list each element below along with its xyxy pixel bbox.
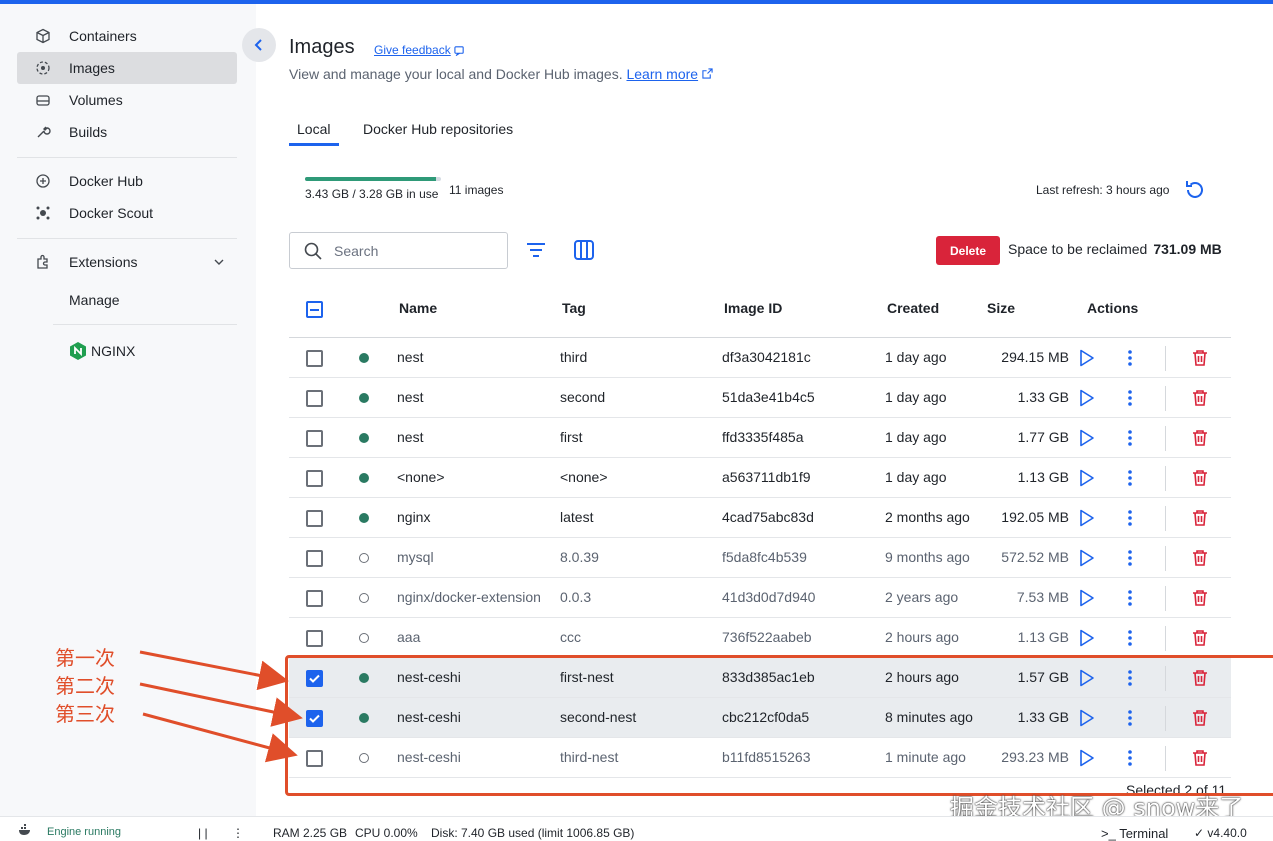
ram-usage: RAM 2.25 GB (273, 826, 348, 840)
more-vert-icon[interactable]: ⋮ (232, 826, 244, 840)
pause-icon[interactable]: | | (198, 826, 208, 840)
annotation-arrow-second (139, 682, 303, 727)
version-badge[interactable]: ✓ v4.40.0 (1194, 826, 1247, 840)
annotation-arrow-third (142, 712, 298, 763)
engine-status[interactable]: Engine running (47, 826, 121, 838)
annotation-arrows (139, 650, 303, 763)
disk-usage: Disk: 7.40 GB used (limit 1006.85 GB) (431, 826, 635, 840)
terminal-button[interactable]: >_ Terminal (1101, 826, 1168, 841)
cpu-usage: CPU 0.00% (355, 826, 418, 840)
whale-icon (18, 824, 32, 839)
status-bar: Engine running | | ⋮ RAM 2.25 GB CPU 0.0… (0, 816, 1273, 841)
annotation-arrow-first (139, 650, 289, 691)
